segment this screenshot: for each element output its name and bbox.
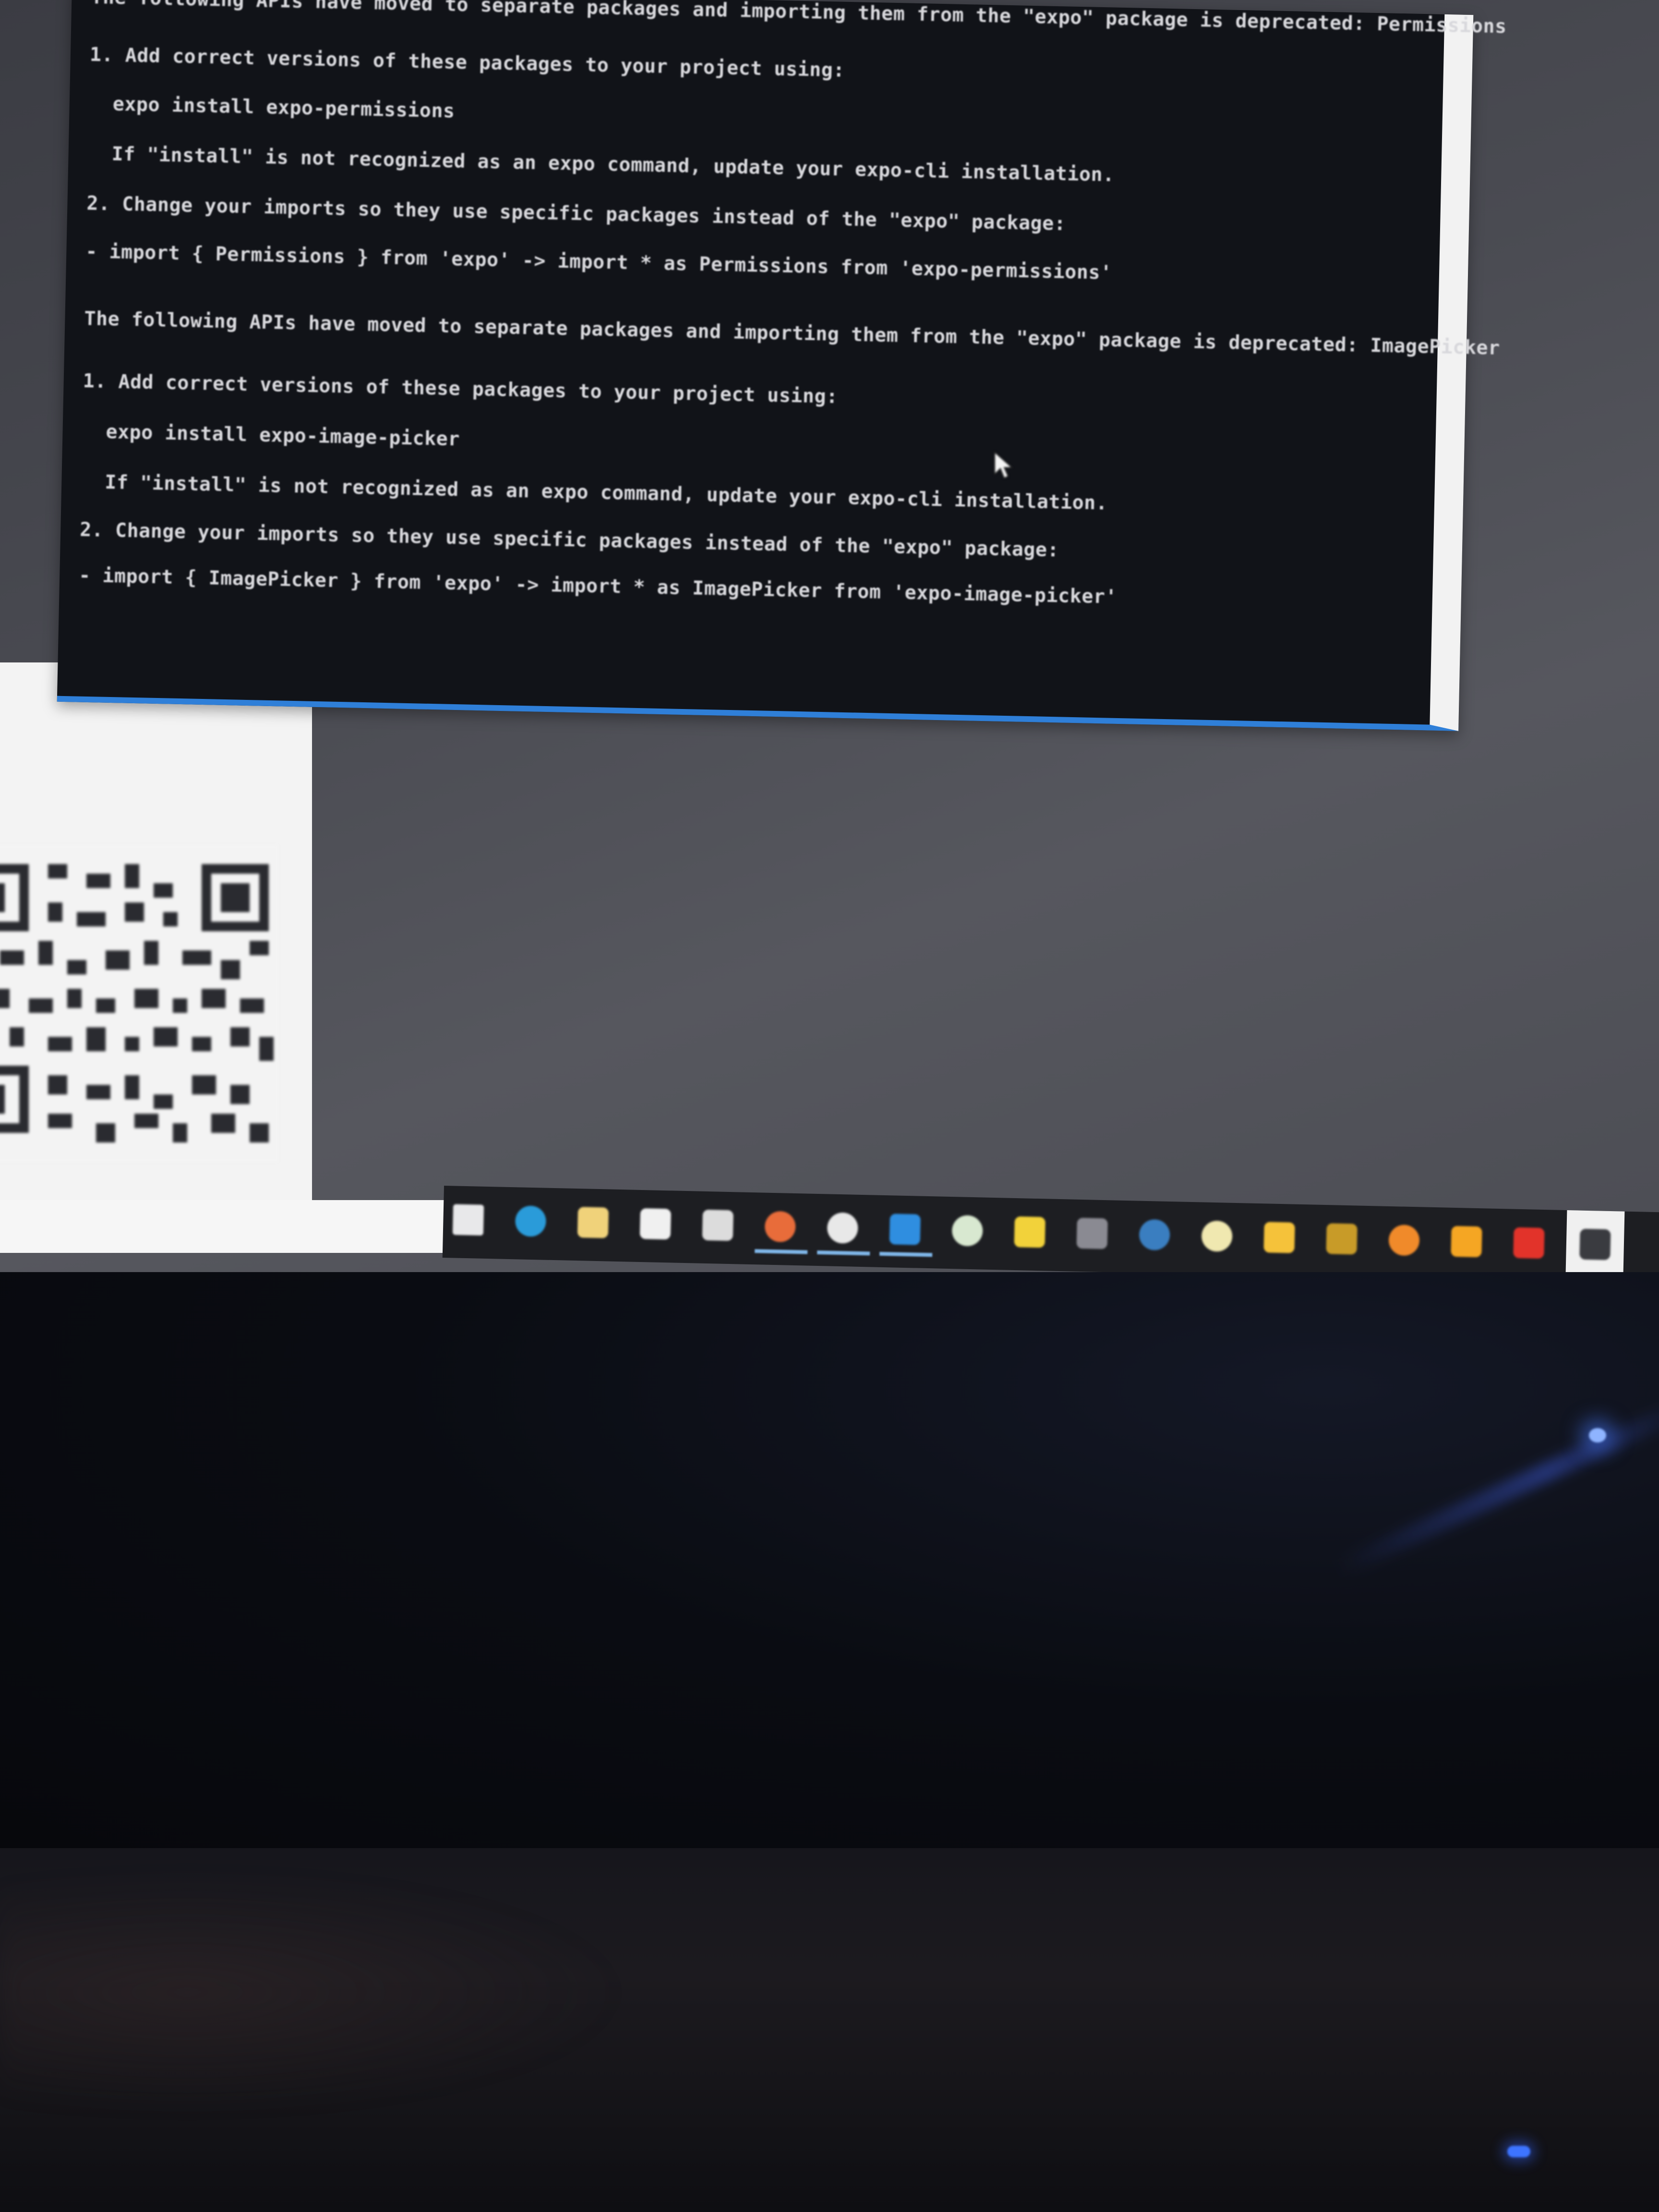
- store-icon[interactable]: [639, 1208, 672, 1240]
- terminal-line: 2. Change your imports so they use speci…: [86, 192, 1066, 235]
- color-picker-icon[interactable]: [1388, 1224, 1420, 1256]
- edge-icon[interactable]: [515, 1205, 547, 1237]
- file-explorer-icon[interactable]: [577, 1207, 609, 1238]
- running-indicator: [879, 1251, 933, 1257]
- terminal-output: The following APIs have moved to separat…: [79, 0, 1507, 608]
- adobe-icon[interactable]: [1513, 1227, 1545, 1259]
- qr-code: [0, 845, 278, 1162]
- desk-reflection: [0, 1872, 624, 2112]
- terminal-line: - import { ImagePicker } from 'expo' -> …: [78, 564, 1118, 608]
- task-view-icon[interactable]: [452, 1204, 484, 1236]
- terminal-line: 2. Change your imports so they use speci…: [79, 518, 1059, 562]
- discord-icon[interactable]: [1201, 1220, 1233, 1252]
- power-led-icon: [1589, 1428, 1606, 1443]
- device-led-icon: [1507, 2146, 1530, 2157]
- mail-icon[interactable]: [702, 1209, 734, 1241]
- terminal-line: 1. Add correct versions of these package…: [83, 370, 839, 408]
- terminal-window[interactable]: The following APIs have moved to separat…: [57, 0, 1507, 731]
- sticky-notes-icon[interactable]: [1014, 1216, 1046, 1248]
- running-indicator: [755, 1249, 808, 1254]
- running-indicator: [817, 1250, 870, 1256]
- vscode-icon[interactable]: [889, 1214, 921, 1245]
- terminal-line: expo install expo-permissions: [112, 93, 456, 122]
- terminal-line: - import { Permissions } from 'expo' -> …: [85, 240, 1113, 284]
- mouse-cursor-icon: [994, 451, 1013, 479]
- terminal-line: expo install expo-image-picker: [106, 421, 460, 451]
- vlc-icon[interactable]: [1451, 1226, 1482, 1258]
- terminal-line: If "install" is not recognized as an exp…: [104, 471, 1108, 515]
- monitor-bezel: [0, 1272, 1659, 1848]
- terminal-line: If "install" is not recognized as an exp…: [111, 143, 1115, 186]
- network-icon[interactable]: [1076, 1217, 1108, 1250]
- terminal-icon[interactable]: [1579, 1228, 1611, 1261]
- monitor-screen: The following APIs have moved to separat…: [0, 0, 1659, 1325]
- chrome-icon[interactable]: [764, 1211, 796, 1242]
- app-circle-icon[interactable]: [951, 1215, 983, 1247]
- folder-icon[interactable]: [1263, 1222, 1295, 1253]
- chrome-alt-icon[interactable]: [827, 1212, 858, 1244]
- steam-icon[interactable]: [1139, 1219, 1170, 1251]
- terminal-line: The following APIs have moved to separat…: [84, 307, 1501, 360]
- terminal-line: 1. Add correct versions of these package…: [89, 43, 845, 82]
- terminal-line: The following APIs have moved to separat…: [91, 0, 1507, 38]
- sync-icon[interactable]: [1326, 1223, 1358, 1255]
- qr-window-bottom: [0, 1200, 444, 1253]
